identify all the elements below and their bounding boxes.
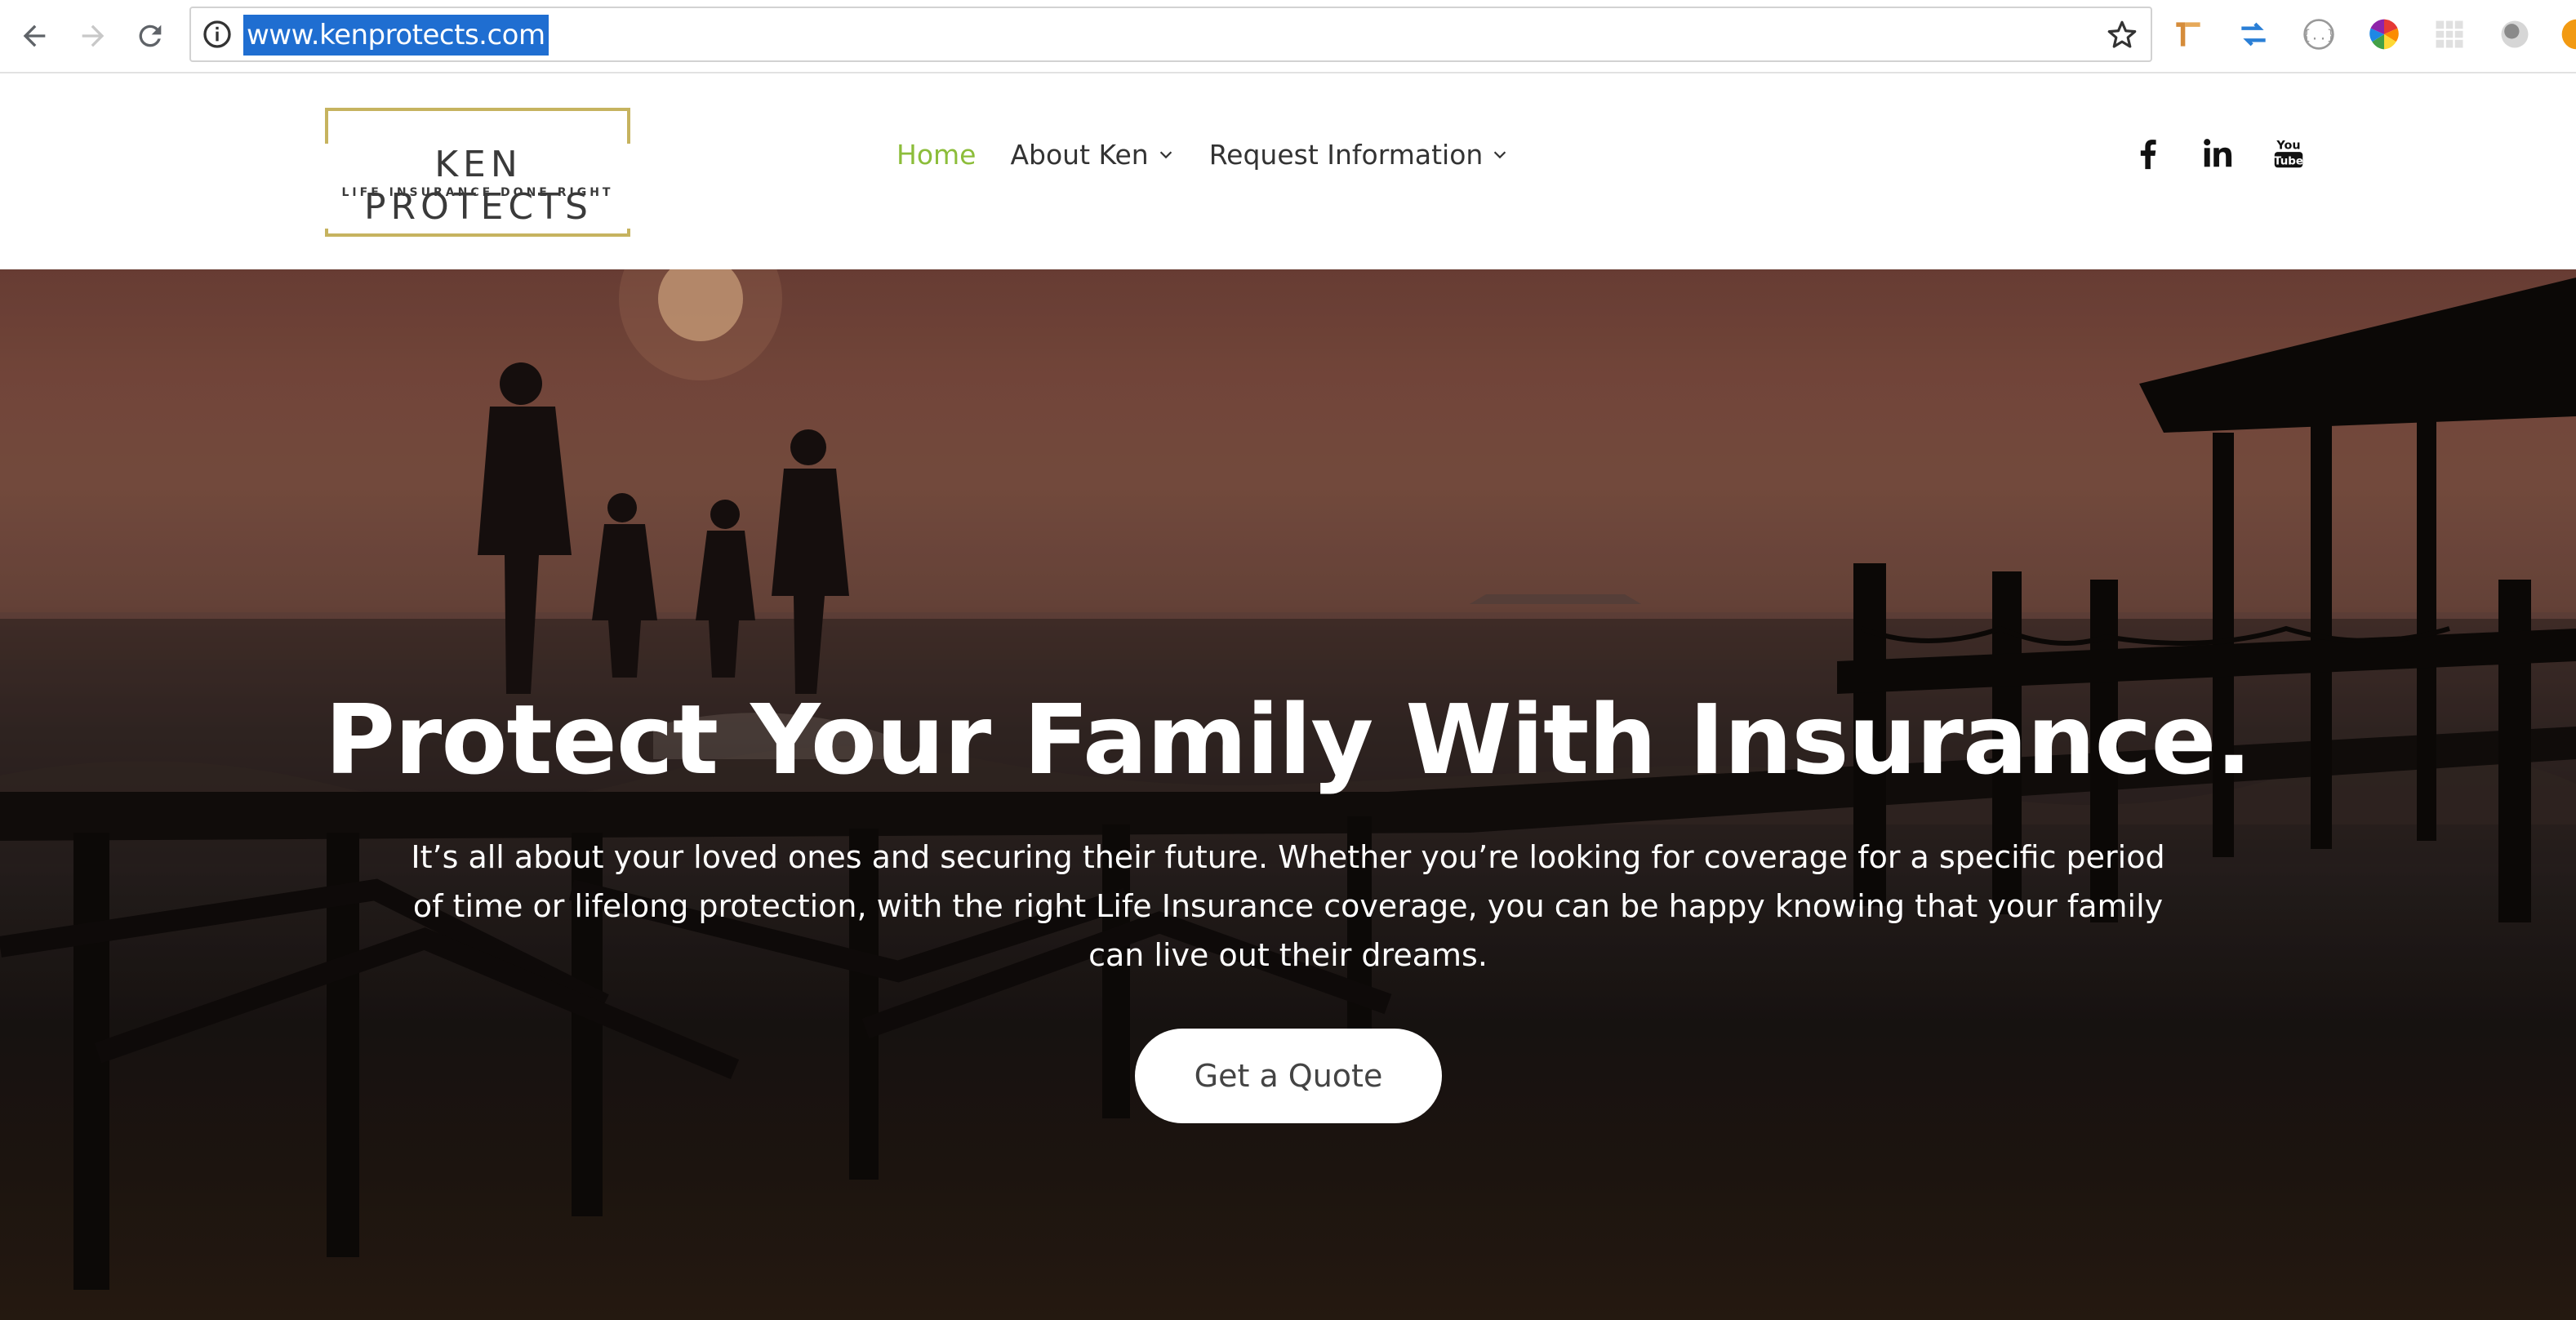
nav-item-about-ken[interactable]: About Ken: [1010, 139, 1174, 171]
linkedin-icon: [2204, 139, 2232, 167]
back-icon: [23, 24, 46, 47]
svg-text:Tube: Tube: [2274, 155, 2303, 167]
site-header: KEN PROTECTS LIFE INSURANCE DONE RIGHT H…: [0, 73, 2576, 269]
grid-extension-icon[interactable]: [2431, 16, 2467, 52]
nav-item-home[interactable]: Home: [896, 139, 976, 171]
main-navigation: Home About Ken Request Information: [896, 134, 1543, 175]
nav-item-request-information[interactable]: Request Information: [1209, 139, 1510, 171]
get-a-quote-button[interactable]: Get a Quote: [1135, 1029, 1442, 1123]
nav-item-label: About Ken: [1010, 138, 1149, 171]
youtube-link[interactable]: You Tube: [2268, 132, 2309, 175]
color-wheel-extension-icon[interactable]: [2366, 16, 2402, 52]
youtube-icon: You Tube: [2274, 139, 2303, 167]
logo-tagline: LIFE INSURANCE DONE RIGHT: [341, 186, 614, 199]
reload-button[interactable]: [127, 13, 173, 59]
ruler-extension-icon[interactable]: [2170, 16, 2206, 52]
forward-icon: [82, 24, 105, 47]
chevron-down-icon: [1159, 151, 1172, 159]
back-button[interactable]: [11, 13, 57, 59]
forward-button[interactable]: [70, 13, 116, 59]
nav-item-label: Request Information: [1208, 138, 1484, 171]
browser-toolbar: www.kenprotects.com {..}: [0, 0, 2576, 73]
svg-text:You: You: [2276, 139, 2300, 152]
json-extension-icon[interactable]: {..}: [2301, 16, 2337, 52]
swap-extension-icon[interactable]: [2236, 16, 2271, 52]
linkedin-link[interactable]: [2198, 132, 2239, 175]
url-text[interactable]: www.kenprotects.com: [243, 15, 549, 56]
hero-title: Protect Your Family With Insurance.: [324, 683, 2253, 796]
facebook-link[interactable]: [2128, 132, 2169, 175]
chevron-down-icon: [1494, 151, 1506, 159]
circle-extension-icon[interactable]: [2497, 16, 2533, 52]
address-bar[interactable]: www.kenprotects.com: [189, 7, 2152, 62]
nav-item-label: Home: [896, 138, 977, 171]
hero-section: Protect Your Family With Insurance. It’s…: [0, 269, 2576, 1320]
star-icon[interactable]: [2105, 18, 2139, 52]
orange-extension-icon[interactable]: [2559, 16, 2576, 52]
hero-description: It’s all about your loved ones and secur…: [411, 839, 2165, 973]
svg-text:{..}: {..}: [2302, 27, 2335, 42]
info-icon[interactable]: [201, 18, 234, 51]
reload-icon: [139, 24, 162, 47]
facebook-icon: [2140, 140, 2156, 170]
